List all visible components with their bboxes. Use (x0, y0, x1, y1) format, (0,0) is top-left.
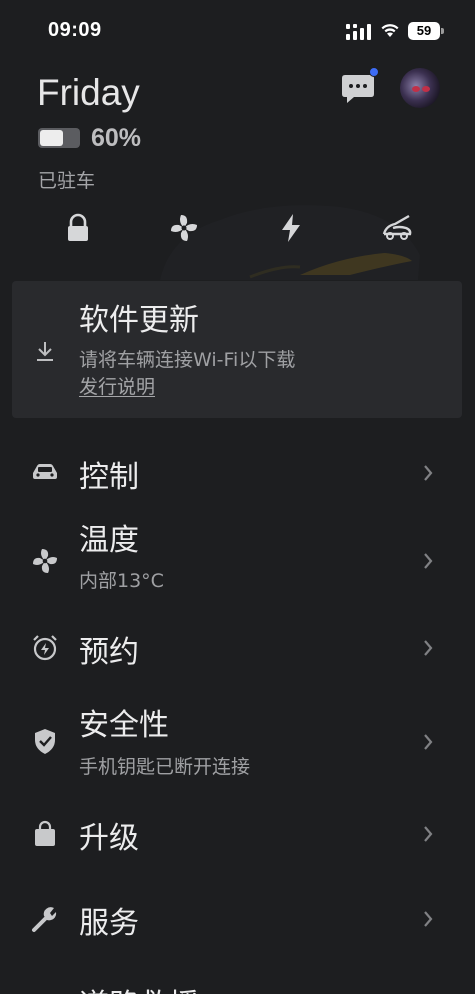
car-battery-icon (38, 128, 80, 148)
fan-icon[interactable] (168, 212, 200, 244)
software-update-description: 请将车辆连接Wi-Fi以下载 (79, 349, 296, 371)
menu-title-climate: 温度 (79, 523, 139, 558)
chevron-right-icon (424, 553, 433, 569)
menu-title-upgrades: 升级 (79, 821, 139, 856)
chevron-right-icon (424, 911, 433, 927)
frunk-icon[interactable] (381, 212, 413, 244)
chevron-right-icon (424, 640, 433, 656)
app-screen: { "status_bar": { "time": "09:09", "batt… (0, 0, 475, 994)
notification-dot (369, 67, 379, 77)
menu-item-climate[interactable] (0, 510, 475, 610)
lightning-icon[interactable] (275, 212, 307, 244)
car-battery-fill (40, 130, 63, 146)
park-status: 已驻车 (38, 170, 96, 192)
release-notes-link[interactable]: 发行说明 (79, 372, 155, 399)
menu-title-service: 服务 (79, 906, 139, 941)
battery-percent: 60% (91, 124, 142, 152)
menu-title-controls: 控制 (79, 460, 139, 495)
fan-icon (33, 549, 57, 573)
car-icon (33, 464, 57, 479)
menu-title-security: 安全性 (79, 708, 169, 743)
chevron-right-icon (424, 826, 433, 842)
status-bar: 09:09 59 (0, 0, 475, 62)
status-time: 09:09 (48, 19, 102, 41)
menu-item-security[interactable] (0, 694, 475, 794)
software-update-title: 软件更新 (79, 303, 199, 338)
wrench-icon (32, 907, 57, 932)
phone-battery-indicator: 59 (408, 22, 444, 40)
messages-icon[interactable] (340, 72, 376, 106)
car-name[interactable]: Friday (37, 72, 140, 114)
chevron-right-icon (424, 465, 433, 481)
cellular-signal-icon (346, 24, 371, 40)
bag-icon (35, 820, 55, 846)
chevron-right-icon (424, 734, 433, 750)
avatar[interactable] (400, 68, 440, 108)
menu-item-controls[interactable] (0, 440, 475, 504)
wifi-icon (381, 24, 399, 37)
lock-icon[interactable] (62, 212, 94, 244)
menu-item-roadside[interactable] (0, 970, 475, 994)
shield-icon (35, 729, 55, 754)
menu-subtitle-climate: 内部13°C (79, 570, 164, 592)
menu-subtitle-security: 手机钥匙已断开连接 (79, 756, 251, 778)
menu-item-service[interactable] (0, 884, 475, 952)
menu-item-schedule[interactable] (0, 616, 475, 680)
menu-title-roadside: 道路救援 (79, 980, 199, 994)
download-icon (37, 342, 53, 361)
alarm-icon (33, 635, 57, 661)
menu-item-upgrades[interactable] (0, 800, 475, 868)
menu-title-schedule: 预约 (79, 635, 139, 670)
